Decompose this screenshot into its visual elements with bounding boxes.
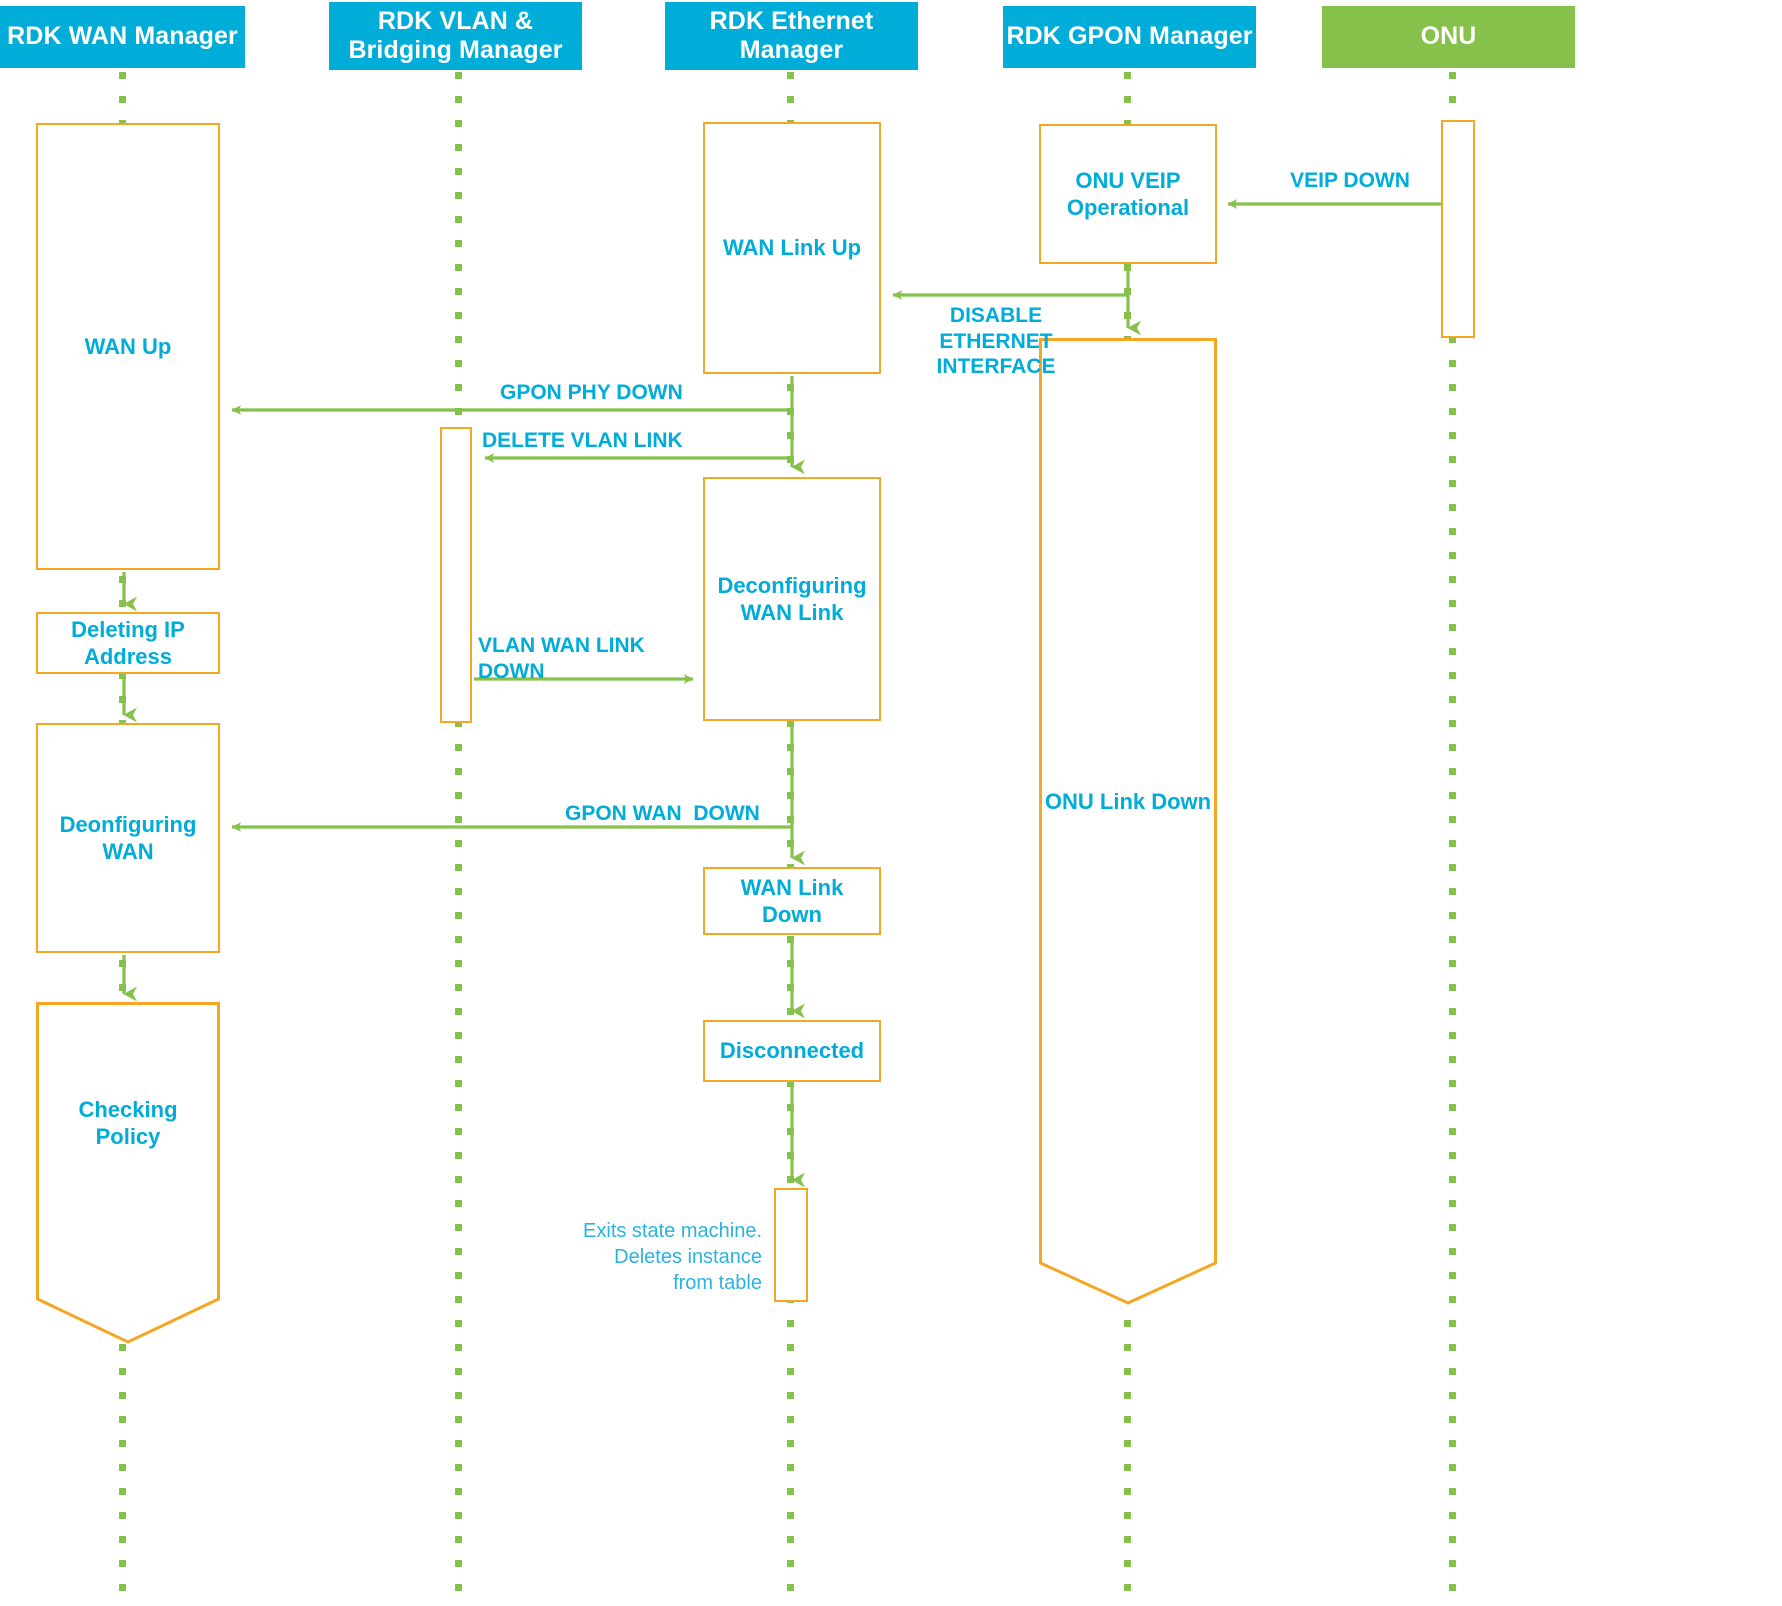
state-deconfiguring-wan-label: Deonfiguring WAN <box>59 811 197 864</box>
state-deconfiguring-wan-link[interactable]: Deconfiguring WAN Link <box>703 477 881 721</box>
state-onu-activation[interactable] <box>1441 120 1475 338</box>
state-exit-activation[interactable] <box>774 1188 808 1302</box>
state-vlan-activation[interactable] <box>440 427 472 723</box>
state-deconfiguring-wan-link-label: Deconfiguring WAN Link <box>717 572 867 625</box>
lane-header-eth[interactable]: RDK Ethernet Manager <box>665 2 918 70</box>
lane-header-eth-label: RDK Ethernet Manager <box>709 6 874 65</box>
lane-header-onu[interactable]: ONU <box>1322 6 1575 68</box>
lane-header-wan[interactable]: RDK WAN Manager <box>0 6 245 68</box>
state-wan-link-down-label: WAN Link Down <box>740 874 844 927</box>
state-onu-veip-operational-label: ONU VEIP Operational <box>1066 167 1190 220</box>
msg-label-disable-ethernet-interface: DISABLE ETHERNET INTERFACE <box>936 304 1056 379</box>
note-exits-state-machine: Exits state machine. Deletes instance fr… <box>583 1220 762 1294</box>
msg-label-veip-down: VEIP DOWN <box>1290 169 1410 192</box>
state-wan-link-up[interactable]: WAN Link Up <box>703 122 881 374</box>
lane-header-wan-label: RDK WAN Manager <box>7 22 238 51</box>
lifeline-vlan <box>455 72 462 1606</box>
lane-header-vlan[interactable]: RDK VLAN & Bridging Manager <box>329 2 582 70</box>
lane-header-vlan-label: RDK VLAN & Bridging Manager <box>348 6 563 65</box>
state-wan-up[interactable]: WAN Up <box>36 123 220 570</box>
onu-link-down-shape <box>1039 338 1217 1305</box>
state-onu-link-down-label: ONU Link Down <box>1044 788 1212 814</box>
state-disconnected-label: Disconnected <box>719 1038 865 1064</box>
lane-header-gpon[interactable]: RDK GPON Manager <box>1003 6 1256 68</box>
state-wan-up-label: WAN Up <box>84 333 172 359</box>
state-wan-link-up-label: WAN Link Up <box>722 235 862 261</box>
state-onu-veip-operational[interactable]: ONU VEIP Operational <box>1039 124 1217 264</box>
msg-label-gpon-phy-down: GPON PHY DOWN <box>500 381 683 404</box>
checking-policy-shape <box>36 1002 220 1344</box>
state-deconfiguring-wan[interactable]: Deonfiguring WAN <box>36 723 220 953</box>
msg-label-gpon-wan-down: GPON WAN DOWN <box>565 802 760 825</box>
msg-label-vlan-wan-link-down: VLAN WAN LINK DOWN <box>478 634 645 683</box>
state-disconnected[interactable]: Disconnected <box>703 1020 881 1082</box>
lane-header-gpon-label: RDK GPON Manager <box>1006 22 1253 51</box>
state-checking-policy[interactable]: Checking Policy <box>36 1002 220 1344</box>
state-deleting-ip-address-label: Deleting IP Address <box>71 616 185 669</box>
state-wan-link-down[interactable]: WAN Link Down <box>703 867 881 935</box>
sequence-diagram: RDK WAN Manager RDK VLAN & Bridging Mana… <box>0 0 1782 1606</box>
state-checking-policy-label: Checking Policy <box>78 1097 178 1150</box>
lane-header-onu-label: ONU <box>1420 22 1477 51</box>
state-onu-link-down[interactable]: ONU Link Down <box>1039 338 1217 1305</box>
msg-label-delete-vlan-link: DELETE VLAN LINK <box>482 429 683 452</box>
state-deleting-ip-address[interactable]: Deleting IP Address <box>36 612 220 674</box>
